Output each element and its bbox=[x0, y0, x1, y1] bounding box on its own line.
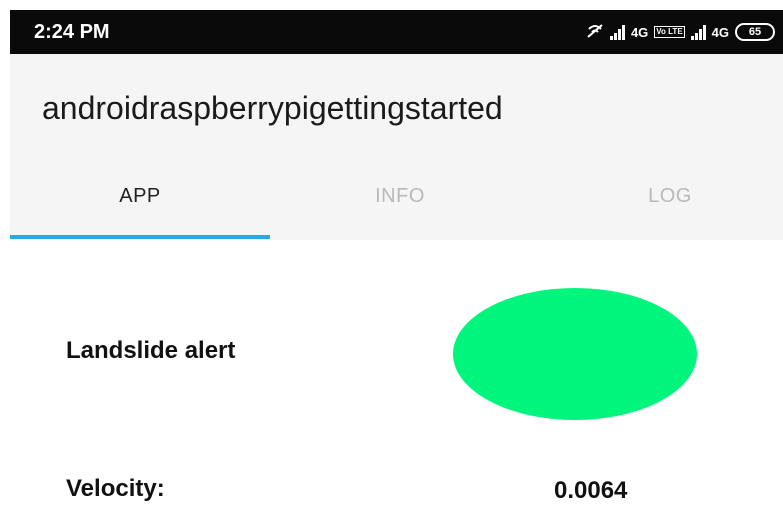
tab-info-label: INFO bbox=[375, 185, 425, 207]
tab-indicator bbox=[10, 235, 270, 239]
status-icons: 4G Vo LTE 4G 65 bbox=[586, 19, 775, 45]
network-type-label: 4G bbox=[711, 24, 729, 40]
tab-log-label: LOG bbox=[648, 185, 692, 207]
landslide-alert-label: Landslide alert bbox=[66, 337, 236, 364]
tab-info[interactable]: INFO bbox=[270, 172, 530, 240]
tab-app-label: APP bbox=[119, 185, 161, 207]
volte-badge: Vo LTE bbox=[654, 26, 685, 38]
tab-app[interactable]: APP bbox=[10, 172, 270, 240]
tab-log[interactable]: LOG bbox=[540, 172, 783, 240]
status-time: 2:24 PM bbox=[34, 21, 110, 43]
status-bar: 2:24 PM 4G Vo LTE 4G 65 bbox=[10, 10, 783, 54]
battery-icon: 65 bbox=[735, 23, 775, 41]
app-title: androidraspberrypigettingstarted bbox=[42, 90, 503, 126]
velocity-label: Velocity: bbox=[66, 475, 165, 502]
alert-status-indicator bbox=[453, 288, 697, 420]
battery-level: 65 bbox=[748, 26, 762, 38]
main-content: Landslide alert Velocity: 0.0064 bbox=[0, 240, 783, 508]
signal-icon bbox=[690, 24, 706, 40]
app-bar: androidraspberrypigettingstarted APP INF… bbox=[10, 54, 783, 240]
tab-bar: APP INFO LOG bbox=[10, 172, 783, 240]
signal-icon bbox=[609, 24, 625, 40]
signal-off-icon bbox=[586, 23, 604, 42]
velocity-value: 0.0064 bbox=[554, 477, 628, 504]
network-type-label: 4G bbox=[630, 24, 649, 40]
